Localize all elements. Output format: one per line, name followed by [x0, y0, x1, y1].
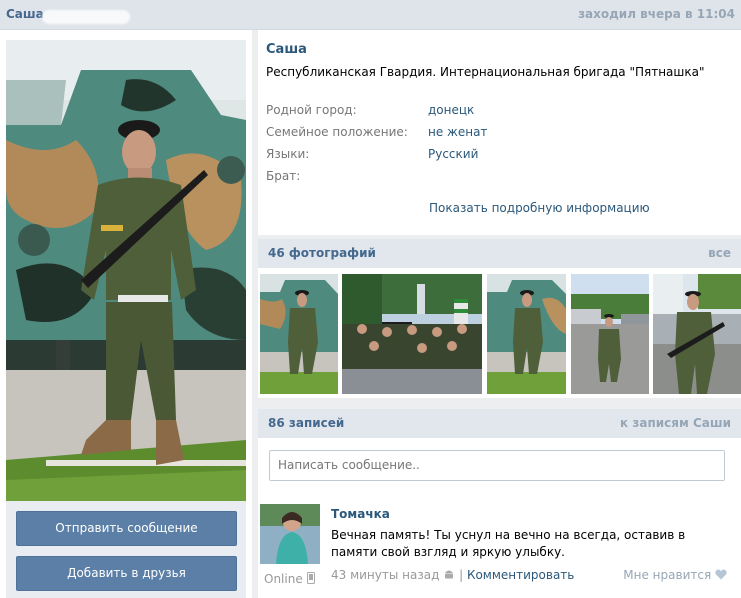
profile-status: Республиканская Гвардия. Интернациональн…	[266, 65, 705, 79]
like-button[interactable]: Мне нравится	[623, 568, 727, 583]
android-icon	[443, 568, 455, 583]
post-author-avatar[interactable]	[260, 504, 320, 564]
add-friend-button[interactable]: Добавить в друзья	[16, 556, 237, 591]
profile-info: Саша Республиканская Гвардия. Интернацио…	[258, 30, 741, 235]
photos-title[interactable]: 46 фотографий	[268, 246, 376, 260]
info-key: Брат:	[266, 169, 301, 183]
info-key: Языки:	[266, 147, 310, 161]
mobile-phone-icon	[306, 572, 315, 587]
wall-header: 86 записей к записям Саши	[258, 409, 741, 438]
photo-thumbnail[interactable]	[487, 274, 566, 394]
like-label: Мне нравится	[623, 568, 712, 582]
show-more-link[interactable]: Показать подробную информацию	[429, 201, 650, 215]
info-key: Родной город:	[266, 103, 357, 117]
photos-all-link[interactable]: все	[708, 246, 731, 260]
profile-photo[interactable]	[6, 40, 246, 522]
profile-name: Саша	[266, 42, 307, 57]
post-meta: 43 минуты назад | Комментировать	[331, 568, 574, 583]
profile-actions: Отправить сообщение Добавить в друзья	[6, 501, 246, 598]
info-key: Семейное положение:	[266, 125, 408, 139]
wall-composer: Написать сообщение..	[258, 438, 741, 500]
info-value-link[interactable]: донецк	[428, 103, 474, 117]
post-author-name[interactable]: Томачка	[331, 507, 390, 521]
info-value-link[interactable]: Русский	[428, 147, 478, 161]
photo-thumbnail[interactable]	[653, 274, 741, 394]
meta-separator: |	[459, 568, 464, 582]
wall-title[interactable]: 86 записей	[268, 416, 344, 430]
right-column: Саша Республиканская Гвардия. Интернацио…	[258, 30, 741, 598]
top-bar-blurred-surname	[42, 10, 130, 24]
wall-post-input[interactable]: Написать сообщение..	[269, 450, 725, 481]
wall-link[interactable]: к записям Саши	[620, 416, 731, 430]
post-text: Вечная память! Ты уснул на вечно на всег…	[331, 528, 686, 559]
post-time[interactable]: 43 минуты назад	[331, 568, 439, 582]
photo-thumbnail[interactable]	[571, 274, 649, 394]
photo-thumbnail[interactable]	[260, 274, 338, 394]
top-bar: Саша заходил вчера в 11:04	[0, 0, 741, 30]
wall-post: Томачка Вечная память! Ты уснул на вечно…	[258, 500, 741, 598]
author-online-status: Online	[264, 572, 315, 587]
top-bar-name[interactable]: Саша	[6, 7, 44, 21]
photo-thumbnail[interactable]	[342, 274, 482, 394]
send-message-button[interactable]: Отправить сообщение	[16, 511, 237, 546]
online-label: Online	[264, 572, 303, 586]
comment-link[interactable]: Комментировать	[467, 568, 574, 582]
heart-icon	[715, 569, 727, 583]
profile-photo-image	[6, 40, 246, 522]
left-column: Отправить сообщение Добавить в друзья	[0, 30, 252, 598]
last-seen-status: заходил вчера в 11:04	[578, 7, 735, 21]
photos-header: 46 фотографий все	[258, 239, 741, 268]
info-value-link[interactable]: не женат	[428, 125, 487, 139]
photos-strip	[258, 268, 741, 398]
